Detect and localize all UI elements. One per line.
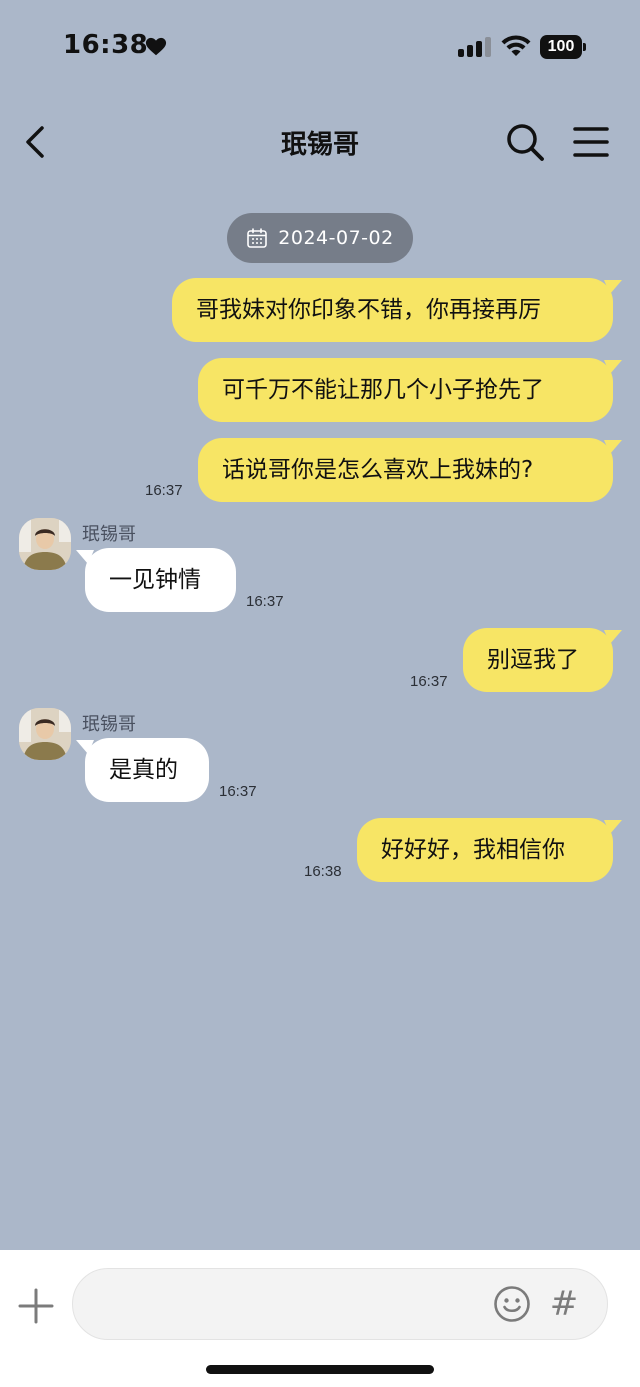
bubble-tail — [604, 360, 622, 374]
heart-icon — [145, 37, 167, 56]
avatar-photo — [19, 518, 71, 570]
incoming-message[interactable]: 是真的 — [85, 738, 209, 802]
status-time: 16:38 — [63, 30, 149, 60]
battery-icon: 100 — [540, 35, 586, 59]
plus-icon[interactable] — [16, 1286, 56, 1326]
outgoing-message[interactable]: 话说哥你是怎么喜欢上我妹的? — [198, 438, 613, 502]
bubble-tail — [604, 440, 622, 454]
bubble-tail — [604, 820, 622, 834]
sender-name: 珉锡哥 — [82, 714, 136, 735]
message-time: 16:38 — [304, 863, 342, 880]
bubble-tail — [76, 550, 94, 564]
date-label: 2024-07-02 — [278, 227, 394, 249]
outgoing-message[interactable]: 可千万不能让那几个小子抢先了 — [198, 358, 613, 422]
outgoing-message[interactable]: 好好好，我相信你 — [357, 818, 613, 882]
incoming-message[interactable]: 一见钟情 — [85, 548, 236, 612]
message-time: 16:37 — [246, 593, 284, 610]
battery-tip — [583, 43, 586, 51]
calendar-icon — [247, 228, 268, 248]
bubble-tail — [604, 630, 622, 644]
wifi-icon — [501, 35, 531, 56]
message-time: 16:37 — [410, 673, 448, 690]
avatar-photo — [19, 708, 71, 760]
menu-icon[interactable] — [571, 122, 611, 162]
outgoing-message[interactable]: 哥我妹对你印象不错，你再接再厉 — [172, 278, 613, 342]
status-bar: 16:38 100 — [0, 0, 640, 96]
search-icon[interactable] — [503, 120, 547, 164]
message-time: 16:37 — [145, 482, 183, 499]
outgoing-message[interactable]: 别逗我了 — [463, 628, 613, 692]
avatar[interactable] — [19, 518, 71, 570]
hash-icon[interactable]: # — [546, 1284, 582, 1324]
signal-icon — [458, 37, 491, 57]
message-composer: # — [0, 1250, 640, 1387]
battery-level: 100 — [540, 35, 582, 59]
sender-name: 珉锡哥 — [82, 524, 136, 545]
emoji-icon[interactable] — [493, 1285, 531, 1323]
message-time: 16:37 — [219, 783, 257, 800]
date-divider: 2024-07-02 — [227, 213, 413, 263]
chat-header: 珉锡哥 — [0, 100, 640, 184]
home-indicator — [206, 1365, 434, 1374]
avatar[interactable] — [19, 708, 71, 760]
bubble-tail — [76, 740, 94, 754]
bubble-tail — [604, 280, 622, 294]
